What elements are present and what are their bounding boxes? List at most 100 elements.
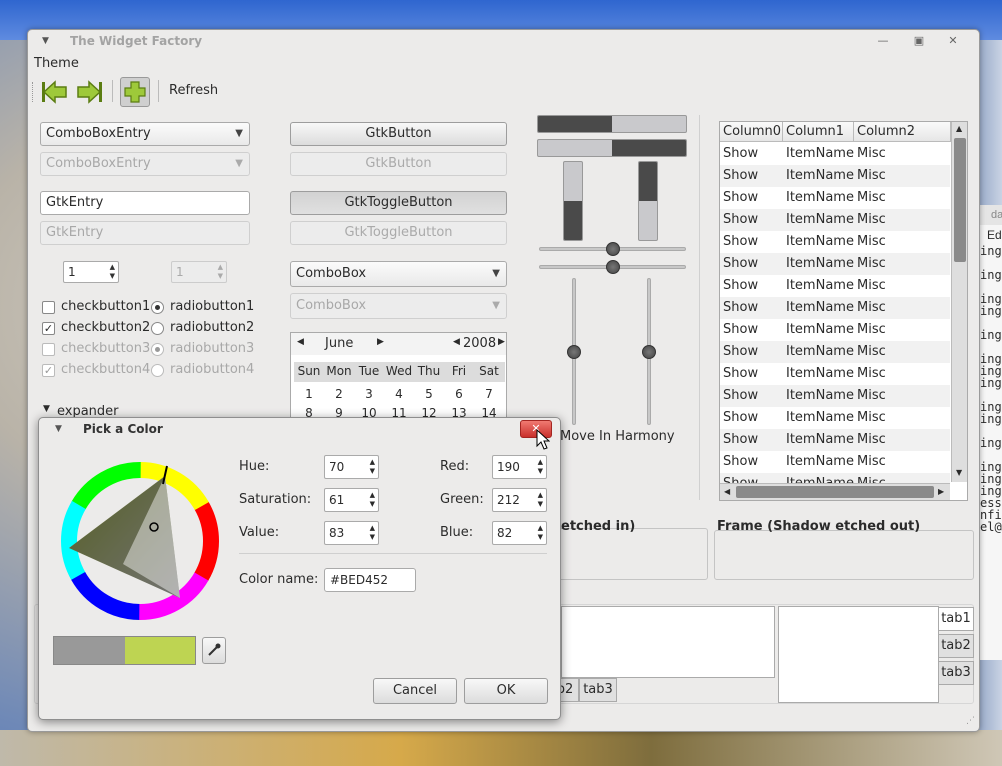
- forward-button[interactable]: [74, 77, 104, 107]
- table-row[interactable]: Show ItemNameMisc: [720, 187, 950, 209]
- table-row[interactable]: Show ItemNameMisc: [720, 209, 950, 231]
- eyedropper-button[interactable]: [202, 637, 226, 664]
- table-row[interactable]: Show ItemNameMisc: [720, 429, 950, 451]
- table-row[interactable]: Show ItemNameMisc: [720, 385, 950, 407]
- hscale-1-knob[interactable]: [605, 242, 620, 256]
- cancel-button[interactable]: Cancel: [373, 678, 457, 704]
- close-icon[interactable]: ✕: [946, 35, 960, 47]
- scroll-down-icon[interactable]: ▼: [956, 468, 962, 477]
- gtk-toggle-button[interactable]: GtkToggleButton: [290, 191, 507, 215]
- scroll-right-icon[interactable]: ▶: [938, 487, 944, 496]
- scroll-up-icon[interactable]: ▲: [956, 124, 962, 133]
- green-spin[interactable]: 212 ▲ ▼: [492, 488, 547, 512]
- next-month-icon[interactable]: ▶: [377, 337, 384, 347]
- saturation-spin[interactable]: 61 ▲ ▼: [324, 488, 379, 512]
- radiobutton1-label[interactable]: radiobutton1: [170, 299, 254, 314]
- calendar-day[interactable]: 1: [294, 387, 324, 401]
- gtk-button[interactable]: GtkButton: [290, 122, 507, 146]
- background-terminal-window[interactable]: da Ed ingingingingingingingingingingingi…: [978, 205, 1002, 660]
- radiobutton1-circle[interactable]: [151, 301, 164, 314]
- prev-year-icon[interactable]: ◀: [453, 337, 460, 347]
- prev-month-icon[interactable]: ◀: [297, 337, 304, 347]
- scroll-left-icon[interactable]: ◀: [724, 487, 730, 496]
- tree-vertical-scrollbar[interactable]: ▲ ▼: [951, 122, 967, 482]
- next-year-icon[interactable]: ▶: [498, 337, 505, 347]
- column-header-1[interactable]: Column1: [783, 122, 854, 142]
- color-name-input[interactable]: #BED452: [324, 568, 416, 592]
- calendar-day[interactable]: 2: [324, 387, 354, 401]
- ok-button[interactable]: OK: [464, 678, 548, 704]
- back-button[interactable]: [40, 77, 70, 107]
- value-spin[interactable]: 83 ▲ ▼: [324, 521, 379, 545]
- table-row[interactable]: Show ItemNameMisc: [720, 231, 950, 253]
- calendar-day[interactable]: 6: [444, 387, 474, 401]
- table-row[interactable]: Show ItemNameMisc: [720, 341, 950, 363]
- notebook-tab-tab1[interactable]: tab1: [938, 607, 974, 631]
- calendar-day[interactable]: 4: [384, 387, 414, 401]
- refresh-button[interactable]: Refresh: [169, 83, 218, 98]
- expander-arrow-icon[interactable]: ▼: [43, 404, 50, 414]
- table-row[interactable]: Show ItemNameMisc: [720, 165, 950, 187]
- window-title: The Widget Factory: [70, 34, 203, 48]
- calendar-day[interactable]: 3: [354, 387, 384, 401]
- notebook-tab-tab3[interactable]: tab3: [938, 661, 974, 685]
- saturation-value: 61: [329, 493, 345, 507]
- terminal-menu[interactable]: Ed: [979, 225, 1002, 245]
- table-row[interactable]: Show ItemNameMisc: [720, 297, 950, 319]
- column-header-0[interactable]: Column0: [720, 122, 783, 142]
- hue-spin[interactable]: 70 ▲ ▼: [324, 455, 379, 479]
- radiobutton2-label[interactable]: radiobutton2: [170, 320, 254, 335]
- progress-fill: [538, 116, 612, 132]
- radiobutton2-circle[interactable]: [151, 322, 164, 335]
- vscale-1-knob[interactable]: [567, 344, 581, 359]
- table-row[interactable]: Show ItemNameMisc: [720, 275, 950, 297]
- checkbutton2-box[interactable]: ✓: [42, 322, 55, 335]
- red-spin[interactable]: 190 ▲ ▼: [492, 455, 547, 479]
- checkbutton1-label[interactable]: checkbutton1: [61, 299, 150, 314]
- dialog-menu-icon[interactable]: ▼: [55, 424, 62, 434]
- scrollbar-thumb[interactable]: [736, 486, 934, 498]
- calendar-day[interactable]: 5: [414, 387, 444, 401]
- scrollbar-thumb[interactable]: [954, 138, 966, 262]
- color-wheel[interactable]: [53, 454, 227, 628]
- calendar[interactable]: ◀ June ▶ ◀ 2008 ▶ Sun Mon Tue Wed Thu Fr…: [290, 332, 507, 427]
- table-row[interactable]: Show ItemNameMisc: [720, 143, 950, 165]
- spin-arrows-icon[interactable]: ▲ ▼: [370, 524, 375, 542]
- table-row[interactable]: Show ItemNameMisc: [720, 363, 950, 385]
- table-row[interactable]: Show ItemNameMisc: [720, 451, 950, 473]
- table-cell: ItemName: [786, 168, 854, 183]
- gtk-entry[interactable]: GtkEntry: [40, 191, 250, 215]
- spin-arrows-icon[interactable]: ▲ ▼: [370, 458, 375, 476]
- title-bar[interactable]: ▼ The Widget Factory — ▣ ✕: [28, 30, 979, 54]
- calendar-day[interactable]: 7: [474, 387, 504, 401]
- spin-arrows-icon[interactable]: ▲ ▼: [538, 491, 543, 509]
- checkbutton2-label[interactable]: checkbutton2: [61, 320, 150, 335]
- column-header-2[interactable]: Column2: [854, 122, 951, 142]
- resize-grip-icon[interactable]: ⋰: [966, 716, 975, 726]
- blue-spin[interactable]: 82 ▲ ▼: [492, 521, 547, 545]
- table-row[interactable]: Show ItemNameMisc: [720, 407, 950, 429]
- table-row[interactable]: Show ItemNameMisc: [720, 319, 950, 341]
- hscale-2-knob[interactable]: [605, 260, 620, 274]
- spin-arrows-icon[interactable]: ▲ ▼: [370, 491, 375, 509]
- spin-button[interactable]: 1 ▲ ▼: [63, 261, 119, 283]
- table-cell: Misc: [857, 322, 886, 337]
- menu-theme[interactable]: Theme: [34, 56, 79, 71]
- minimize-icon[interactable]: —: [876, 35, 890, 47]
- checkbutton1-box[interactable]: [42, 301, 55, 314]
- spin-arrows-icon[interactable]: ▲ ▼: [538, 458, 543, 476]
- spin-arrows-icon[interactable]: ▲ ▼: [110, 263, 115, 281]
- notebook-tab-tab3[interactable]: tab3: [579, 678, 617, 702]
- add-button[interactable]: [120, 77, 150, 107]
- toolbar-grip[interactable]: [32, 82, 35, 102]
- notebook-tab-tab2[interactable]: tab2: [938, 634, 974, 658]
- spin-arrows-icon[interactable]: ▲ ▼: [538, 524, 543, 542]
- tree-horizontal-scrollbar[interactable]: ◀ ▶: [720, 483, 950, 500]
- tree-view[interactable]: Column0 Column1 Column2 Show ItemName Misc…: [719, 121, 968, 501]
- combobox[interactable]: ComboBox ▼: [290, 261, 507, 287]
- combobox-entry[interactable]: ComboBoxEntry ▼: [40, 122, 250, 146]
- maximize-icon[interactable]: ▣: [912, 35, 926, 47]
- table-row[interactable]: Show ItemNameMisc: [720, 253, 950, 275]
- window-menu-icon[interactable]: ▼: [42, 36, 49, 46]
- vscale-2-knob[interactable]: [642, 344, 656, 359]
